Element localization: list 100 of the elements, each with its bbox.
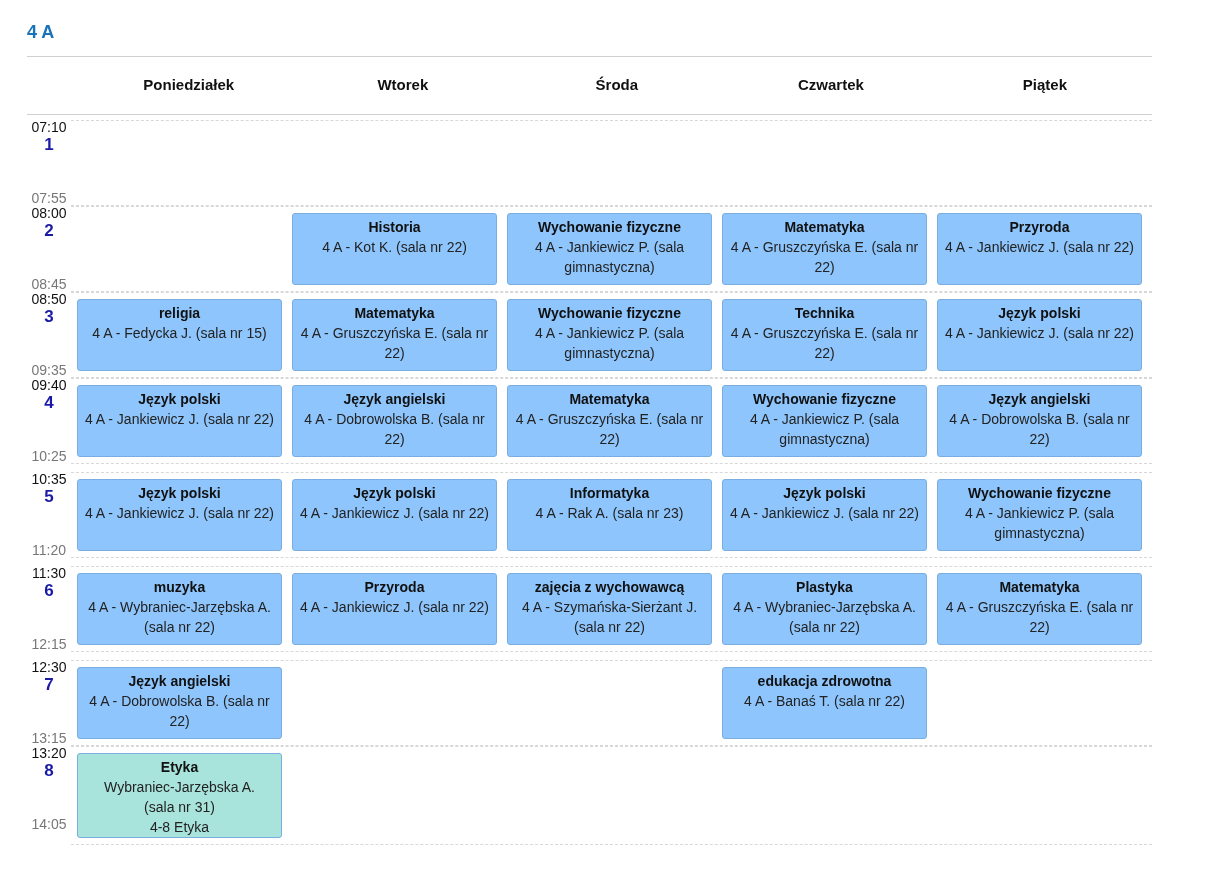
lesson-details: 4 A - Dobrowolska B. (sala nr 22): [948, 410, 1131, 449]
lesson-details: 4 A - Jankiewicz J. (sala nr 22): [299, 598, 490, 617]
lesson-subject: Historia: [367, 218, 422, 237]
lesson-card[interactable]: Język polski 4 A - Jankiewicz J. (sala nr 22): [722, 479, 927, 551]
lesson-card[interactable]: Język angielski 4 A - Dobrowolska B. (sala nr 22): [292, 385, 497, 457]
lesson-subject: Język polski: [782, 484, 867, 503]
lesson-details: 4 A - Gruszczyńska E. (sala nr 22): [729, 324, 920, 363]
lesson-subject: Język angielski: [127, 672, 232, 691]
lesson-details: 4 A - Fedycka J. (sala nr 15): [91, 324, 268, 343]
lesson-details: (sala nr 31): [143, 798, 216, 817]
lesson-card[interactable]: Przyroda 4 A - Jankiewicz J. (sala nr 22): [937, 213, 1142, 285]
lesson-details: 4 A - Jankiewicz P. (sala gimnastyczna): [533, 238, 686, 277]
lesson-card[interactable]: Język polski 4 A - Jankiewicz J. (sala nr 22): [77, 479, 282, 551]
lesson-details: 4 A - Gruszczyńska E. (sala nr 22): [944, 598, 1135, 637]
lesson-card[interactable]: Wychowanie fizyczne 4 A - Jankiewicz P. (sala gimnastyczna): [722, 385, 927, 457]
lesson-details: 4 A - Jankiewicz J. (sala nr 22): [944, 238, 1135, 257]
lesson-subject: edukacja zdrowotna: [756, 672, 893, 691]
lesson-details: 4 A - Szymańska-Sierżant J. (sala nr 22): [520, 598, 699, 637]
lesson-details: 4-8 Etyka: [148, 818, 211, 837]
lesson-details: 4 A - Banaś T. (sala nr 22): [743, 692, 906, 711]
lesson-number: 6: [44, 581, 54, 601]
lesson-subject: Przyroda: [1008, 218, 1071, 237]
lesson-subject: Matematyka: [783, 218, 866, 237]
lesson-details: 4 A - Jankiewicz J. (sala nr 22): [944, 324, 1135, 343]
lesson-subject: Wychowanie fizyczne: [537, 304, 682, 323]
lesson-details: 4 A - Dobrowolska B. (sala nr 22): [303, 410, 486, 449]
lesson-subject: muzyka: [152, 578, 207, 597]
lesson-subject: zajęcia z wychowawcą: [533, 578, 686, 597]
lesson-card[interactable]: edukacja zdrowotna 4 A - Banaś T. (sala nr 22): [722, 667, 927, 739]
lesson-end-time: 10:25: [31, 449, 67, 464]
lesson-start-time: 08:50: [31, 292, 67, 307]
lesson-number: 8: [44, 761, 54, 781]
lesson-card[interactable]: Matematyka 4 A - Gruszczyńska E. (sala nr 22): [507, 385, 712, 457]
lesson-subject: Etyka: [159, 758, 200, 777]
lesson-card[interactable]: Etyka Wybraniec-Jarzębska A. (sala nr 31) 4-8 Etyka: [77, 753, 282, 838]
class-title: 4 A: [27, 21, 56, 44]
lesson-card[interactable]: Technika 4 A - Gruszczyńska E. (sala nr 22): [722, 299, 927, 371]
lesson-start-time: 12:30: [31, 660, 67, 675]
lesson-subject: Język polski: [352, 484, 437, 503]
lesson-details: 4 A - Jankiewicz P. (sala gimnastyczna): [748, 410, 901, 449]
lesson-subject: Język angielski: [342, 390, 447, 409]
lesson-details: 4 A - Jankiewicz J. (sala nr 22): [84, 504, 275, 523]
lesson-card[interactable]: Informatyka 4 A - Rak A. (sala nr 23): [507, 479, 712, 551]
lesson-end-time: 08:45: [31, 277, 67, 292]
lesson-card[interactable]: Historia 4 A - Kot K. (sala nr 22): [292, 213, 497, 285]
lesson-card[interactable]: Wychowanie fizyczne 4 A - Jankiewicz P. (sala gimnastyczna): [937, 479, 1142, 551]
lesson-details: 4 A - Jankiewicz P. (sala gimnastyczna): [533, 324, 686, 363]
lesson-subject: Matematyka: [353, 304, 436, 323]
lesson-details: 4 A - Jankiewicz J. (sala nr 22): [729, 504, 920, 523]
lesson-card[interactable]: Plastyka 4 A - Wybraniec-Jarzębska A. (sala nr 22): [722, 573, 927, 645]
lesson-card[interactable]: Wychowanie fizyczne 4 A - Jankiewicz P. (sala gimnastyczna): [507, 213, 712, 285]
lesson-details: 4 A - Wybraniec-Jarzębska A. (sala nr 22): [732, 598, 917, 637]
lesson-subject: Matematyka: [998, 578, 1081, 597]
lesson-card[interactable]: zajęcia z wychowawcą 4 A - Szymańska-Sierżant J. (sala nr 22): [507, 573, 712, 645]
lesson-card[interactable]: Wychowanie fizyczne 4 A - Jankiewicz P. (sala gimnastyczna): [507, 299, 712, 371]
lesson-number: 1: [44, 135, 54, 155]
lesson-start-time: 09:40: [31, 378, 67, 393]
lesson-card[interactable]: Język polski 4 A - Jankiewicz J. (sala nr 22): [292, 479, 497, 551]
lesson-card[interactable]: Matematyka 4 A - Gruszczyńska E. (sala nr 22): [722, 213, 927, 285]
lesson-card[interactable]: Język polski 4 A - Jankiewicz J. (sala nr 22): [937, 299, 1142, 371]
lesson-details: 4 A - Gruszczyńska E. (sala nr 22): [729, 238, 920, 277]
lesson-start-time: 08:00: [31, 206, 67, 221]
lesson-number: 4: [44, 393, 54, 413]
lesson-card[interactable]: Matematyka 4 A - Gruszczyńska E. (sala nr 22): [292, 299, 497, 371]
day-header: Poniedziałek: [143, 75, 235, 96]
lesson-details: 4 A - Dobrowolska B. (sala nr 22): [88, 692, 271, 731]
lesson-details: 4 A - Jankiewicz J. (sala nr 22): [84, 410, 275, 429]
lesson-start-time: 11:30: [32, 566, 66, 581]
lesson-subject: Język polski: [137, 484, 222, 503]
lesson-end-time: 11:20: [32, 543, 66, 558]
lesson-number: 5: [44, 487, 54, 507]
lesson-end-time: 14:05: [31, 817, 67, 832]
lesson-subject: Język polski: [997, 304, 1082, 323]
lesson-card[interactable]: Język polski 4 A - Jankiewicz J. (sala nr 22): [77, 385, 282, 457]
lesson-card[interactable]: Język angielski 4 A - Dobrowolska B. (sala nr 22): [77, 667, 282, 739]
lesson-details: 4 A - Gruszczyńska E. (sala nr 22): [514, 410, 705, 449]
lesson-subject: Informatyka: [568, 484, 651, 503]
lesson-end-time: 09:35: [31, 363, 67, 378]
lesson-end-time: 12:15: [31, 637, 67, 652]
lesson-card[interactable]: religia 4 A - Fedycka J. (sala nr 15): [77, 299, 282, 371]
day-header: Środa: [595, 75, 639, 96]
lesson-subject: Język polski: [137, 390, 222, 409]
lesson-start-time: 07:10: [31, 120, 67, 135]
lesson-details: 4 A - Rak A. (sala nr 23): [534, 504, 685, 523]
lesson-subject: Technika: [793, 304, 856, 323]
lesson-details: Wybraniec-Jarzębska A.: [103, 778, 256, 797]
lesson-details: 4 A - Gruszczyńska E. (sala nr 22): [299, 324, 490, 363]
lesson-subject: Matematyka: [568, 390, 651, 409]
lesson-details: 4 A - Wybraniec-Jarzębska A. (sala nr 22): [87, 598, 272, 637]
lesson-subject: Wychowanie fizyczne: [537, 218, 682, 237]
lesson-details: 4 A - Jankiewicz J. (sala nr 22): [299, 504, 490, 523]
lesson-card[interactable]: muzyka 4 A - Wybraniec-Jarzębska A. (sala nr 22): [77, 573, 282, 645]
lesson-card[interactable]: Przyroda 4 A - Jankiewicz J. (sala nr 22): [292, 573, 497, 645]
lesson-card[interactable]: Matematyka 4 A - Gruszczyńska E. (sala nr 22): [937, 573, 1142, 645]
lesson-card[interactable]: Język angielski 4 A - Dobrowolska B. (sala nr 22): [937, 385, 1142, 457]
lesson-number: 7: [44, 675, 54, 695]
lesson-number: 3: [44, 307, 54, 327]
lesson-end-time: 13:15: [31, 731, 67, 746]
lesson-subject: Wychowanie fizyczne: [752, 390, 897, 409]
lesson-details: 4 A - Kot K. (sala nr 22): [321, 238, 468, 257]
